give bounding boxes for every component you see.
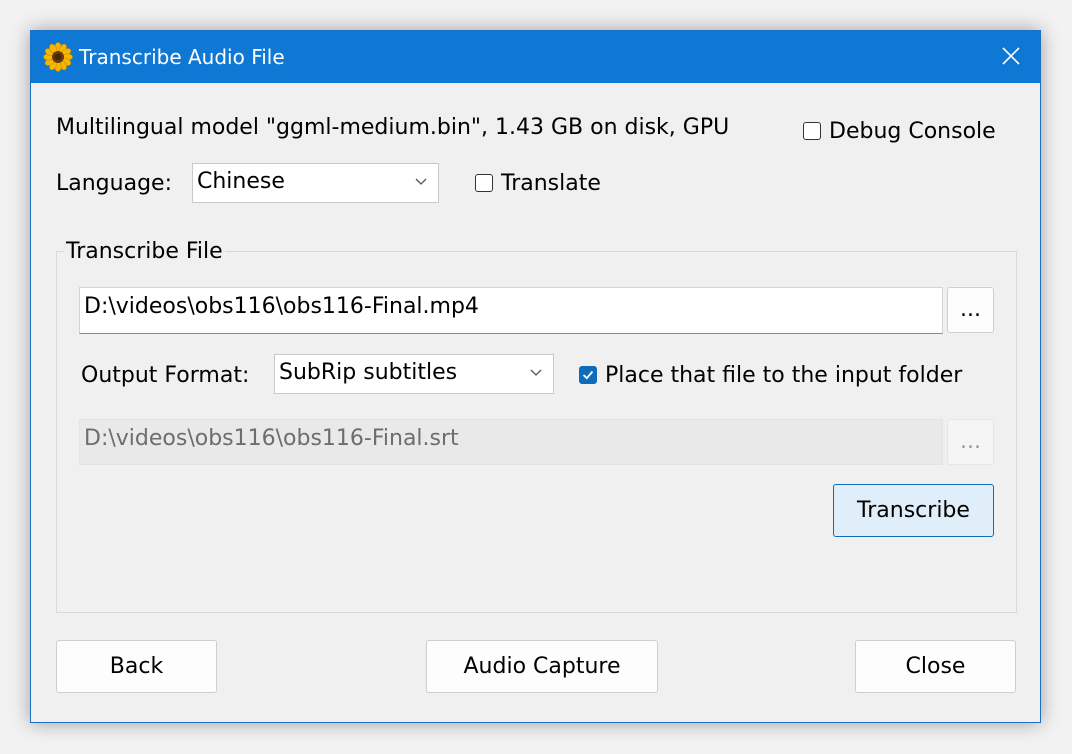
output-file-path-field: D:\videos\obs116\obs116-Final.srt bbox=[79, 419, 943, 465]
browse-input-button[interactable]: ... bbox=[947, 287, 994, 333]
output-format-select[interactable]: SubRip subtitles bbox=[274, 354, 554, 394]
transcribe-button[interactable]: Transcribe bbox=[833, 484, 994, 537]
transcribe-dialog: Transcribe Audio File Multilingual model… bbox=[30, 30, 1041, 723]
checkmark-icon bbox=[582, 370, 594, 380]
debug-console-checkbox[interactable] bbox=[803, 122, 821, 140]
output-file-path-value: D:\videos\obs116\obs116-Final.srt bbox=[84, 426, 459, 451]
place-in-input-folder-label[interactable]: Place that file to the input folder bbox=[605, 363, 962, 388]
browse-output-button: ... bbox=[947, 419, 994, 465]
output-format-label: Output Format: bbox=[81, 363, 250, 388]
output-format-select-value: SubRip subtitles bbox=[279, 360, 458, 385]
input-file-path-value: D:\videos\obs116\obs116-Final.mp4 bbox=[84, 294, 479, 319]
close-icon[interactable] bbox=[1000, 45, 1022, 67]
back-button[interactable]: Back bbox=[56, 640, 217, 693]
window-title: Transcribe Audio File bbox=[79, 45, 285, 69]
language-select[interactable]: Chinese bbox=[192, 163, 439, 203]
title-bar[interactable]: Transcribe Audio File bbox=[31, 31, 1040, 83]
place-in-input-folder-checkbox[interactable] bbox=[579, 366, 597, 384]
sunflower-icon bbox=[43, 42, 73, 72]
close-button[interactable]: Close bbox=[855, 640, 1016, 693]
input-file-path-field[interactable]: D:\videos\obs116\obs116-Final.mp4 bbox=[79, 287, 943, 334]
transcribe-file-group-title: Transcribe File bbox=[64, 239, 225, 264]
chevron-down-icon bbox=[415, 178, 427, 185]
audio-capture-button[interactable]: Audio Capture bbox=[426, 640, 658, 693]
translate-checkbox[interactable] bbox=[475, 174, 493, 192]
language-select-value: Chinese bbox=[197, 169, 285, 194]
translate-label[interactable]: Translate bbox=[501, 171, 601, 196]
debug-console-label[interactable]: Debug Console bbox=[829, 119, 996, 144]
chevron-down-icon bbox=[530, 369, 542, 376]
language-label: Language: bbox=[56, 171, 172, 196]
model-info-text: Multilingual model "ggml-medium.bin", 1.… bbox=[56, 115, 730, 140]
